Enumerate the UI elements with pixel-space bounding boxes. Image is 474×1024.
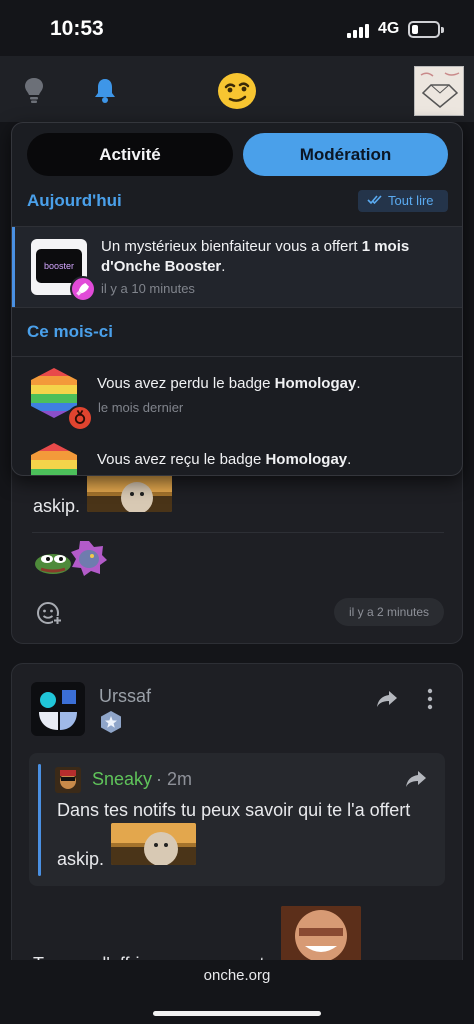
post-text: askip.	[33, 496, 81, 516]
post-time: il y a 2 minutes	[334, 598, 444, 626]
notification-text-suffix: .	[356, 375, 361, 392]
tab-activite[interactable]: Activité	[27, 133, 233, 176]
double-check-icon	[367, 195, 382, 205]
cat-sticker-image	[111, 823, 196, 865]
network-type: 4G	[378, 20, 400, 37]
quote-time-value: 2m	[167, 769, 193, 789]
cat-sticker-image	[87, 474, 172, 512]
notification-text-prefix: Vous avez perdu le badge	[97, 375, 275, 392]
lightbulb-icon[interactable]	[22, 76, 46, 104]
risitas-sticker-image	[281, 906, 361, 962]
divider	[12, 307, 462, 308]
notification-text-prefix: Un mystérieux bienfaiteur vous a offert	[101, 238, 362, 255]
status-bar: 10:53 4G	[0, 0, 474, 56]
battery-icon	[408, 21, 444, 38]
notifications-panel: Activité Modération Aujourd'hui Tout lir…	[11, 122, 463, 476]
pepe-sticker-image	[35, 554, 71, 574]
signal-icon	[347, 23, 369, 38]
notification-text: Vous avez perdu le badge Homologay.	[97, 374, 453, 394]
notification-text-bold: Homologay	[265, 451, 348, 468]
url-text[interactable]: onche.org	[0, 967, 474, 984]
notification-text: Vous avez reçu le badge Homologay.	[97, 450, 453, 470]
share-icon[interactable]	[405, 769, 427, 789]
quote-author[interactable]: Sneaky	[92, 769, 152, 790]
smiley-logo-icon[interactable]	[217, 72, 257, 110]
notification-text-bold: Homologay	[274, 375, 357, 392]
user-avatar[interactable]	[414, 66, 464, 116]
home-indicator[interactable]	[153, 1011, 321, 1016]
sneaky-avatar[interactable]	[55, 767, 81, 793]
browser-url-bar[interactable]: onche.org	[0, 960, 474, 1024]
homologay-badge-image	[31, 443, 77, 475]
share-icon[interactable]	[376, 689, 398, 709]
read-all-label: Tout lire	[388, 193, 434, 208]
divider	[32, 532, 444, 533]
status-time: 10:53	[50, 17, 104, 40]
urssaf-avatar[interactable]	[31, 682, 85, 736]
notification-text-suffix: .	[347, 451, 352, 468]
unread-indicator	[12, 227, 15, 307]
notification-time: le mois dernier	[98, 400, 184, 415]
add-reaction-icon[interactable]	[36, 599, 62, 625]
medal-icon	[67, 405, 93, 431]
read-all-button[interactable]: Tout lire	[358, 190, 448, 212]
notification-text: Un mystérieux bienfaiteur vous a offert …	[101, 237, 457, 277]
quote-bar	[38, 764, 41, 876]
dot-separator: ·	[156, 769, 167, 789]
more-options-icon[interactable]	[425, 688, 435, 710]
pigeon-sticker-image	[71, 541, 107, 576]
section-header-month: Ce mois-ci	[27, 322, 113, 341]
post-author[interactable]: Urssaf	[99, 686, 151, 707]
bell-icon[interactable]	[92, 76, 118, 104]
rocket-icon	[70, 276, 96, 302]
tab-moderation[interactable]: Modération	[243, 133, 448, 176]
notification-text-prefix: Vous avez reçu le badge	[97, 451, 266, 468]
quote-text-2: askip.	[57, 849, 105, 869]
notification-time: il y a 10 minutes	[101, 281, 195, 296]
quote-text: Dans tes notifs tu peux savoir qui te l'…	[57, 800, 411, 820]
quote-time: · 2m	[156, 769, 192, 790]
star-badge-icon	[101, 711, 121, 733]
notification-text-suffix: .	[221, 258, 226, 275]
section-header-today: Aujourd'hui	[27, 191, 122, 210]
divider	[12, 356, 462, 357]
top-nav	[0, 56, 474, 122]
